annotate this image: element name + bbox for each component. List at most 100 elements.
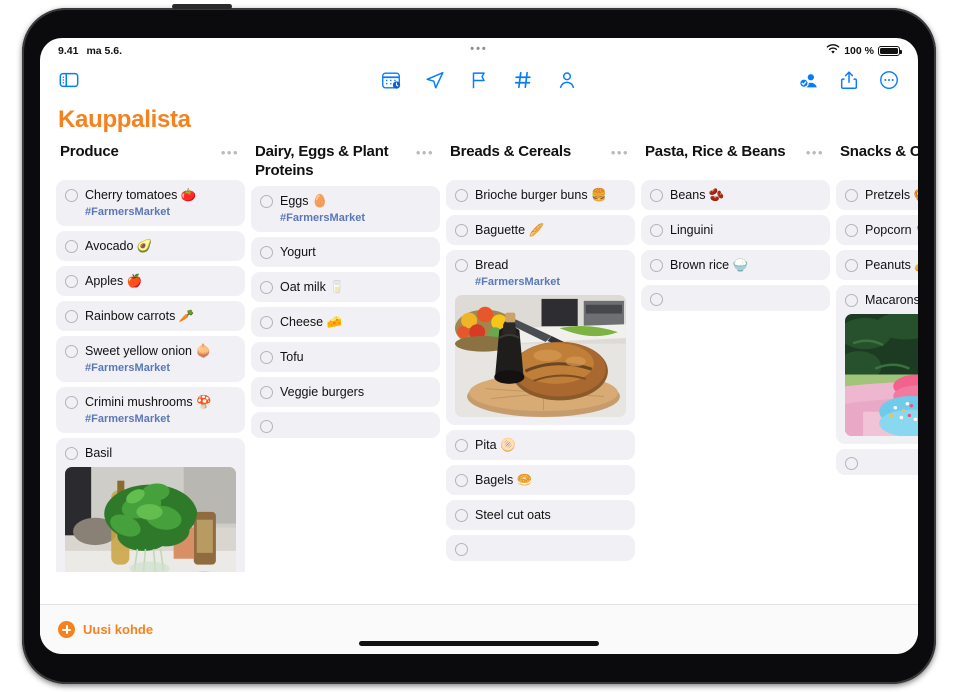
checkbox-circle-icon[interactable] (650, 259, 663, 272)
checkbox-circle-icon[interactable] (260, 246, 273, 259)
item-tag[interactable]: #FarmersMarket (85, 412, 236, 426)
item-tag[interactable]: #FarmersMarket (475, 275, 626, 289)
list-item[interactable]: Peanuts 🥜 (836, 250, 918, 280)
location-arrow-icon[interactable] (424, 69, 446, 91)
column-header: Produce ••• (56, 142, 245, 180)
checkbox-circle-icon[interactable] (65, 275, 78, 288)
checkbox-circle-icon[interactable] (650, 293, 663, 306)
checkbox-circle-icon[interactable] (65, 240, 78, 253)
flag-icon[interactable] (468, 69, 490, 91)
item-row: Popcorn 🍿 (845, 222, 918, 238)
list-item[interactable]: Linguini (641, 215, 830, 245)
checkbox-circle-icon[interactable] (845, 224, 858, 237)
checkbox-circle-icon[interactable] (455, 259, 468, 272)
list-item[interactable]: Brown rice 🍚 (641, 250, 830, 280)
list-item[interactable]: Cherry tomatoes 🍅 #FarmersMarket (56, 180, 245, 226)
list-item[interactable]: Veggie burgers (251, 377, 440, 407)
item-row: Veggie burgers (260, 384, 431, 400)
checkbox-circle-icon[interactable] (65, 396, 78, 409)
column-header: Breads & Cereals ••• (446, 142, 635, 180)
checkbox-circle-icon[interactable] (260, 316, 273, 329)
list-item[interactable]: Bagels 🥯 (446, 465, 635, 495)
checkbox-circle-icon[interactable] (455, 189, 468, 202)
list-item[interactable]: Avocado 🥑 (56, 231, 245, 261)
list-item[interactable]: Sweet yellow onion 🧅 #FarmersMarket (56, 336, 245, 382)
list-item[interactable]: Cheese 🧀 (251, 307, 440, 337)
checkbox-circle-icon[interactable] (260, 281, 273, 294)
checkbox-circle-icon[interactable] (455, 439, 468, 452)
column-menu-icon[interactable]: ••• (221, 142, 239, 161)
list-column: Dairy, Eggs & Plant Proteins ••• Eggs 🥚 #Fa… (251, 142, 440, 572)
macarons-photo[interactable] (845, 314, 918, 436)
calendar-schedule-icon[interactable] (380, 69, 402, 91)
empty-item-row[interactable] (836, 449, 918, 475)
list-item[interactable]: Eggs 🥚 #FarmersMarket (251, 186, 440, 232)
list-item[interactable]: Oat milk 🥛 (251, 272, 440, 302)
checkbox-circle-icon[interactable] (260, 386, 273, 399)
column-menu-icon[interactable]: ••• (416, 142, 434, 161)
column-menu-icon[interactable]: ••• (806, 142, 824, 161)
list-item[interactable]: Pretzels 🥨 (836, 180, 918, 210)
item-row: Brown rice 🍚 (650, 257, 821, 273)
toolbar-right-group (798, 69, 900, 91)
empty-item-row[interactable] (446, 535, 635, 561)
list-item[interactable]: Rainbow carrots 🥕 (56, 301, 245, 331)
item-tag[interactable]: #FarmersMarket (85, 205, 236, 219)
list-item[interactable]: Apples 🍎 (56, 266, 245, 296)
list-item[interactable]: Yogurt (251, 237, 440, 267)
checkbox-circle-icon[interactable] (65, 345, 78, 358)
home-indicator (359, 641, 599, 646)
empty-item-row[interactable] (641, 285, 830, 311)
hashtag-icon[interactable] (512, 69, 534, 91)
list-item[interactable]: Bread #FarmersMarket (446, 250, 635, 425)
checkbox-circle-icon[interactable] (260, 351, 273, 364)
checkbox-circle-icon[interactable] (65, 310, 78, 323)
new-item-button[interactable]: Uusi kohde (58, 621, 153, 638)
checkbox-circle-icon[interactable] (845, 259, 858, 272)
collaboration-icon[interactable] (798, 69, 820, 91)
item-row: Bagels 🥯 (455, 472, 626, 488)
checkbox-circle-icon[interactable] (455, 509, 468, 522)
person-icon[interactable] (556, 69, 578, 91)
basil-photo[interactable] (65, 467, 236, 572)
item-tag[interactable]: #FarmersMarket (85, 361, 236, 375)
column-header: Snacks & Candy••• (836, 142, 918, 180)
checkbox-circle-icon[interactable] (455, 474, 468, 487)
list-item[interactable]: Tofu (251, 342, 440, 372)
item-label: Baguette 🥖 (475, 223, 545, 237)
checkbox-circle-icon[interactable] (65, 447, 78, 460)
share-icon[interactable] (838, 69, 860, 91)
list-item[interactable]: Baguette 🥖 (446, 215, 635, 245)
list-item[interactable]: Macarons (836, 285, 918, 444)
checkbox-circle-icon[interactable] (650, 189, 663, 202)
list-item[interactable]: Steel cut oats (446, 500, 635, 530)
checkbox-circle-icon[interactable] (650, 224, 663, 237)
checkbox-circle-icon[interactable] (845, 457, 858, 470)
item-label: Cheese 🧀 (280, 315, 343, 329)
checkbox-circle-icon[interactable] (455, 224, 468, 237)
checkbox-circle-icon[interactable] (260, 195, 273, 208)
bread-photo[interactable] (455, 295, 626, 417)
item-label: Brown rice 🍚 (670, 258, 749, 272)
empty-item-row[interactable] (251, 412, 440, 438)
item-row: Avocado 🥑 (65, 238, 236, 254)
list-item[interactable]: Beans 🫘 (641, 180, 830, 210)
column-menu-icon[interactable]: ••• (611, 142, 629, 161)
list-item[interactable]: Brioche burger buns 🍔 (446, 180, 635, 210)
item-tag[interactable]: #FarmersMarket (280, 211, 431, 225)
checkbox-circle-icon[interactable] (845, 189, 858, 202)
checkbox-circle-icon[interactable] (65, 189, 78, 202)
item-label: Brioche burger buns 🍔 (475, 188, 607, 202)
checkbox-circle-icon[interactable] (455, 543, 468, 556)
checkbox-circle-icon[interactable] (260, 420, 273, 433)
more-options-icon[interactable] (878, 69, 900, 91)
item-label: Peanuts 🥜 (865, 258, 918, 272)
list-item[interactable]: Crimini mushrooms 🍄 #FarmersMarket (56, 387, 245, 433)
item-row: Macarons (845, 292, 918, 308)
checkbox-circle-icon[interactable] (845, 294, 858, 307)
status-center-dots: ••• (470, 43, 488, 55)
list-item[interactable]: Basil (56, 438, 245, 572)
item-row: Bread (455, 257, 626, 273)
list-item[interactable]: Popcorn 🍿 (836, 215, 918, 245)
list-item[interactable]: Pita 🫓 (446, 430, 635, 460)
